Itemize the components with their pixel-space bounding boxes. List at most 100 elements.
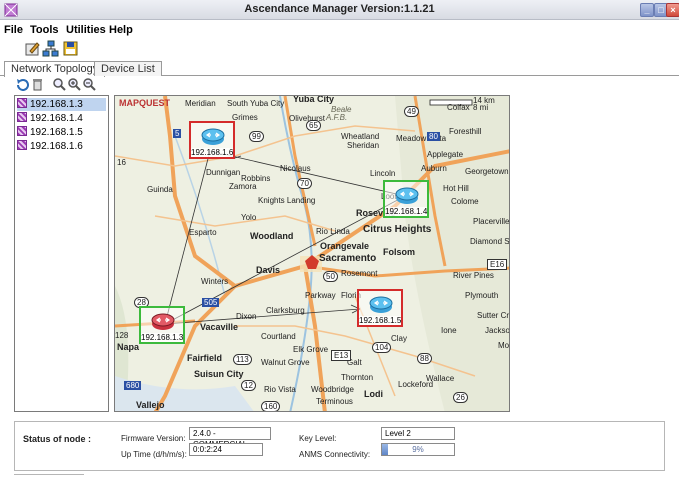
anms-progress-bar: 9% <box>381 443 455 456</box>
place-label: Sacramento <box>319 253 377 264</box>
place-label: Mount <box>498 341 510 350</box>
tab-network-topology[interactable]: Network Topology <box>4 61 106 77</box>
place-label: Vallejo <box>136 400 165 410</box>
tab-device-list[interactable]: Device List <box>94 61 162 76</box>
place-label: Napa <box>117 342 140 352</box>
place-label: Wheatland <box>341 132 380 141</box>
place-label: Yolo <box>241 213 257 222</box>
place-label: Clarksburg <box>266 306 305 315</box>
place-label: Terminous <box>316 397 353 406</box>
save-icon[interactable] <box>62 40 79 57</box>
map-toolbar <box>0 77 679 93</box>
device-label: 192.168.1.6 <box>191 148 234 157</box>
tree-item[interactable]: 192.168.1.6 <box>17 140 106 153</box>
minimize-button[interactable]: _ <box>640 3 654 17</box>
place-label: Fairfield <box>187 353 223 363</box>
zoom-out-icon[interactable] <box>83 78 96 91</box>
network-icon[interactable] <box>42 40 59 57</box>
router-icon <box>369 296 393 313</box>
highway-shield: 104 <box>372 342 392 353</box>
map-brand: MAPQUEST <box>119 98 171 108</box>
tree-item-label: 192.168.1.5 <box>30 127 83 138</box>
node-status-panel: Status of node : Firmware Version: 2.4.0… <box>14 421 665 471</box>
highway-shield: 50 <box>323 271 338 282</box>
anms-label: ANMS Connectivity: <box>299 450 371 459</box>
place-label: Citrus Heights <box>363 224 432 235</box>
highway-shield: 99 <box>249 131 264 142</box>
device-label: 192.168.1.3 <box>141 333 184 342</box>
refresh-icon[interactable] <box>16 78 29 91</box>
uptime-field: 0:0:2:24 <box>189 443 263 456</box>
highway-shield: 16 <box>117 158 126 167</box>
edit-icon[interactable] <box>24 40 41 57</box>
device-node[interactable]: 192.168.1.5 <box>357 289 403 327</box>
place-label: Esparto <box>189 228 217 237</box>
place-label: Suisun City <box>194 369 244 379</box>
place-label: Parkway <box>305 291 336 300</box>
place-label: Lodi <box>364 389 383 399</box>
place-label: Meridian <box>185 99 216 108</box>
network-map[interactable]: MAPQUEST 14 km 8 mi Meridian South Yuba … <box>114 95 510 412</box>
tree-item[interactable]: 192.168.1.5 <box>17 126 106 139</box>
place-label: Plymouth <box>465 291 499 300</box>
place-label: Vacaville <box>200 322 239 332</box>
tree-item-label: 192.168.1.3 <box>30 99 83 110</box>
place-label: Zamora <box>229 182 257 191</box>
footer-divider <box>14 474 84 475</box>
highway-shield: 65 <box>306 120 321 131</box>
map-roads <box>115 96 509 411</box>
place-label: River Pines <box>453 271 494 280</box>
node-icon <box>17 98 27 108</box>
place-label: Thornton <box>341 373 374 382</box>
close-button[interactable]: × <box>666 3 679 17</box>
place-label: Rosemont <box>341 269 378 278</box>
place-label: Orangevale <box>320 241 370 251</box>
node-icon <box>17 140 27 150</box>
highway-shield: 680 <box>124 381 142 390</box>
menu-tools[interactable]: Tools <box>30 24 59 36</box>
place-label: Foresthill <box>449 127 482 136</box>
place-label: South Yuba City <box>227 99 285 108</box>
node-icon <box>17 112 27 122</box>
place-label: Auburn <box>421 164 447 173</box>
place-label: Rio Linda <box>316 227 350 236</box>
zoom-fit-icon[interactable] <box>53 78 66 91</box>
zoom-in-icon[interactable] <box>68 78 81 91</box>
device-node[interactable]: 192.168.1.6 <box>189 121 235 159</box>
device-node[interactable]: 192.168.1.3 <box>139 306 185 344</box>
window-title: Ascendance Manager Version:1.1.21 <box>244 3 435 15</box>
highway-shield: 128 <box>115 331 129 340</box>
menu-bar: File Tools Utilities Help <box>0 21 679 39</box>
highway-shield: 80 <box>427 132 440 141</box>
place-label: Clay <box>391 334 408 343</box>
place-label: Yuba City <box>293 95 335 104</box>
menu-file[interactable]: File <box>4 24 23 36</box>
place-label: Winters <box>201 277 229 286</box>
main-toolbar <box>0 39 679 59</box>
place-label: Jackson <box>485 326 510 335</box>
highway-shield: 26 <box>453 392 468 403</box>
key-level-label: Key Level: <box>299 434 337 443</box>
highway-shield: 70 <box>297 178 312 189</box>
place-label: Placerville <box>473 217 510 226</box>
place-label: Sheridan <box>347 141 380 150</box>
tree-item[interactable]: 192.168.1.4 <box>17 112 106 125</box>
device-node[interactable]: 192.168.1.4 <box>383 180 429 218</box>
highway-shield: 88 <box>417 353 432 364</box>
tree-item-label: 192.168.1.6 <box>30 141 83 152</box>
device-label: 192.168.1.5 <box>359 316 402 325</box>
uptime-label: Up Time (d/h/m/s): <box>121 450 187 459</box>
menu-utilities[interactable]: Utilities <box>66 24 106 36</box>
place-label: Grimes <box>232 113 258 122</box>
firmware-field: 2.4.0 - COMMERCIAL <box>189 427 271 449</box>
tree-item[interactable]: 192.168.1.3 <box>17 98 106 111</box>
tree-item-label: 192.168.1.4 <box>30 113 83 124</box>
highway-shield: E13 <box>331 350 352 361</box>
node-tree: 192.168.1.3 192.168.1.4 192.168.1.5 192.… <box>14 95 109 412</box>
scale-mi: 8 mi <box>473 103 489 112</box>
menu-help[interactable]: Help <box>109 24 133 36</box>
delete-icon[interactable] <box>31 78 44 91</box>
place-label: Diamond S <box>470 237 510 246</box>
router-icon <box>395 187 419 204</box>
highway-shield: E16 <box>487 259 508 270</box>
